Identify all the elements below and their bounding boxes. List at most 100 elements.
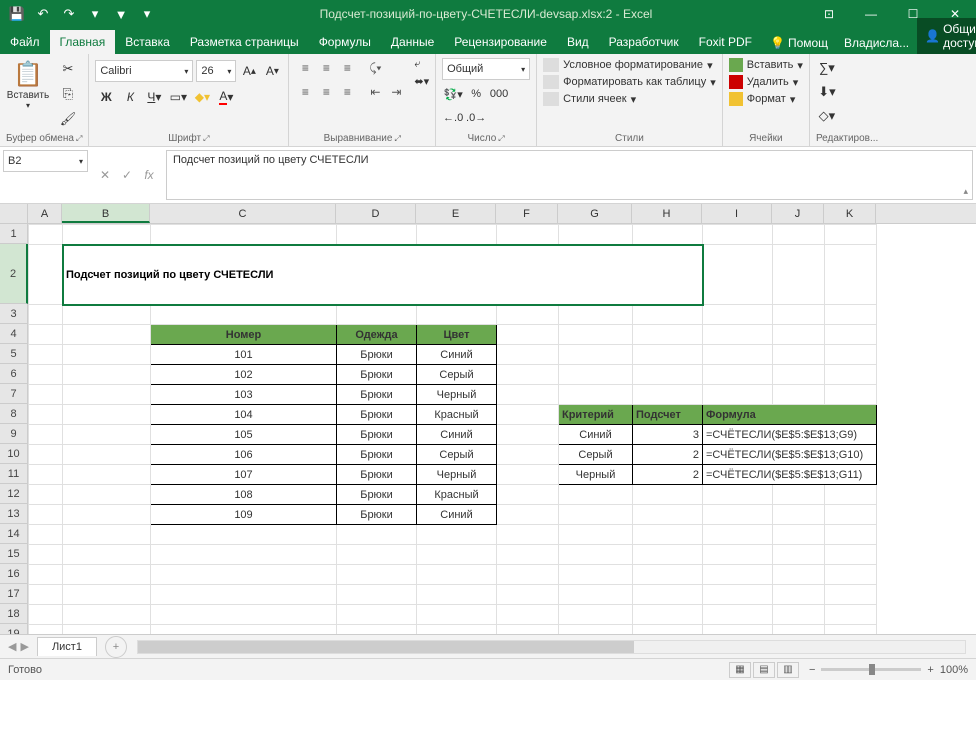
- accounting-icon[interactable]: 💱▾: [442, 84, 464, 104]
- row-header-4[interactable]: 4: [0, 324, 28, 344]
- increase-indent-icon[interactable]: ⇥: [386, 82, 406, 102]
- autosum-icon[interactable]: ∑▾: [816, 58, 838, 78]
- align-launcher-icon[interactable]: ⤢: [394, 134, 400, 144]
- col-header-F[interactable]: F: [496, 204, 558, 223]
- zoom-level[interactable]: 100%: [940, 664, 968, 676]
- insert-cells-button[interactable]: Вставить▾: [729, 58, 803, 72]
- account-name[interactable]: Владисла...: [836, 32, 917, 54]
- row-header-15[interactable]: 15: [0, 544, 28, 564]
- formula-input[interactable]: Подсчет позиций по цвету СЧЕТЕСЛИ ▴: [166, 150, 973, 200]
- align-bottom-icon[interactable]: ≡: [337, 58, 357, 78]
- row-header-1[interactable]: 1: [0, 224, 28, 244]
- minimize-icon[interactable]: —: [850, 0, 892, 28]
- normal-view-icon[interactable]: ▦: [729, 662, 751, 678]
- increase-font-icon[interactable]: A▴: [239, 60, 259, 82]
- col-header-B[interactable]: B: [62, 204, 150, 223]
- tab-review[interactable]: Рецензирование: [444, 30, 557, 54]
- ribbon-options-icon[interactable]: ⊡: [808, 0, 850, 28]
- row-header-10[interactable]: 10: [0, 444, 28, 464]
- row-header-8[interactable]: 8: [0, 404, 28, 424]
- tab-foxit[interactable]: Foxit PDF: [689, 30, 762, 54]
- cancel-edit-icon[interactable]: ✕: [95, 165, 115, 185]
- paste-button[interactable]: 📋 Вставить ▾: [6, 58, 50, 110]
- number-launcher-icon[interactable]: ⤢: [498, 134, 504, 144]
- sheet-next-icon[interactable]: ▶: [20, 640, 28, 653]
- row-header-14[interactable]: 14: [0, 524, 28, 544]
- row-header-18[interactable]: 18: [0, 604, 28, 624]
- row-header-17[interactable]: 17: [0, 584, 28, 604]
- orientation-icon[interactable]: ⤹▾: [365, 58, 385, 78]
- filter-icon[interactable]: ▼: [110, 3, 132, 25]
- page-layout-view-icon[interactable]: ▤: [753, 662, 775, 678]
- select-all-corner[interactable]: [0, 204, 28, 223]
- conditional-formatting-button[interactable]: Условное форматирование▾: [543, 58, 716, 72]
- italic-button[interactable]: К: [119, 86, 141, 108]
- share-button[interactable]: 👤Общий доступ: [917, 18, 976, 54]
- fx-icon[interactable]: fx: [139, 165, 159, 185]
- delete-cells-button[interactable]: Удалить▾: [729, 75, 803, 89]
- decrease-indent-icon[interactable]: ⇤: [365, 82, 385, 102]
- title-cell[interactable]: Подсчет позиций по цвету СЧЕТЕСЛИ: [63, 245, 703, 305]
- col-header-C[interactable]: C: [150, 204, 336, 223]
- align-top-icon[interactable]: ≡: [295, 58, 315, 78]
- worksheet-grid[interactable]: ABCDEFGHIJK 1234567891011121314151617181…: [0, 204, 976, 634]
- bold-button[interactable]: Ж: [95, 86, 117, 108]
- zoom-out-button[interactable]: −: [809, 664, 815, 676]
- cut-icon[interactable]: ✂: [56, 58, 80, 80]
- col-header-J[interactable]: J: [772, 204, 824, 223]
- col-header-H[interactable]: H: [632, 204, 702, 223]
- name-box[interactable]: B2▾: [3, 150, 88, 172]
- increase-decimal-icon[interactable]: ←.0: [442, 108, 464, 128]
- tab-file[interactable]: Файл: [0, 30, 50, 54]
- percent-icon[interactable]: %: [465, 84, 487, 104]
- number-format-combo[interactable]: Общий▾: [442, 58, 530, 80]
- undo-icon[interactable]: ↶: [32, 3, 54, 25]
- tab-developer[interactable]: Разработчик: [599, 30, 689, 54]
- col-header-G[interactable]: G: [558, 204, 632, 223]
- qat-more-icon[interactable]: ▾: [136, 3, 158, 25]
- border-button[interactable]: ▭▾: [167, 86, 189, 108]
- row-header-16[interactable]: 16: [0, 564, 28, 584]
- redo-icon[interactable]: ↷: [58, 3, 80, 25]
- expand-formula-icon[interactable]: ▴: [963, 186, 968, 197]
- col-header-A[interactable]: A: [28, 204, 62, 223]
- tell-me[interactable]: 💡Помощ: [762, 32, 836, 54]
- zoom-in-button[interactable]: +: [927, 664, 933, 676]
- col-header-I[interactable]: I: [702, 204, 772, 223]
- row-header-6[interactable]: 6: [0, 364, 28, 384]
- align-right-icon[interactable]: ≡: [337, 82, 357, 102]
- fill-icon[interactable]: ⬇▾: [816, 82, 838, 102]
- align-center-icon[interactable]: ≡: [316, 82, 336, 102]
- font-color-button[interactable]: A▾: [215, 86, 237, 108]
- col-header-E[interactable]: E: [416, 204, 496, 223]
- zoom-slider[interactable]: [821, 668, 921, 671]
- col-header-K[interactable]: K: [824, 204, 876, 223]
- row-header-12[interactable]: 12: [0, 484, 28, 504]
- format-cells-button[interactable]: Формат▾: [729, 92, 803, 106]
- format-as-table-button[interactable]: Форматировать как таблицу▾: [543, 75, 716, 89]
- row-header-11[interactable]: 11: [0, 464, 28, 484]
- horizontal-scrollbar[interactable]: [137, 640, 966, 654]
- row-header-9[interactable]: 9: [0, 424, 28, 444]
- decrease-font-icon[interactable]: A▾: [262, 60, 282, 82]
- accept-edit-icon[interactable]: ✓: [117, 165, 137, 185]
- underline-button[interactable]: Ч▾: [143, 86, 165, 108]
- align-middle-icon[interactable]: ≡: [316, 58, 336, 78]
- font-launcher-icon[interactable]: ⤢: [203, 134, 209, 144]
- copy-icon[interactable]: ⎘: [56, 83, 80, 105]
- wrap-text-icon[interactable]: ⤶: [414, 58, 429, 71]
- col-header-D[interactable]: D: [336, 204, 416, 223]
- font-size-combo[interactable]: 26▾: [196, 60, 236, 82]
- cells-area[interactable]: Подсчет позиций по цвету СЧЕТЕСЛИНомерОд…: [28, 224, 976, 634]
- row-header-3[interactable]: 3: [0, 304, 28, 324]
- row-header-2[interactable]: 2: [0, 244, 28, 304]
- comma-icon[interactable]: 000: [488, 84, 510, 104]
- fill-color-button[interactable]: ◆▾: [191, 86, 213, 108]
- tab-data[interactable]: Данные: [381, 30, 444, 54]
- row-header-5[interactable]: 5: [0, 344, 28, 364]
- add-sheet-button[interactable]: +: [105, 636, 127, 658]
- clipboard-launcher-icon[interactable]: ⤢: [76, 134, 82, 144]
- format-painter-icon[interactable]: 🖌: [56, 108, 80, 130]
- tab-layout[interactable]: Разметка страницы: [180, 30, 309, 54]
- page-break-view-icon[interactable]: ▥: [777, 662, 799, 678]
